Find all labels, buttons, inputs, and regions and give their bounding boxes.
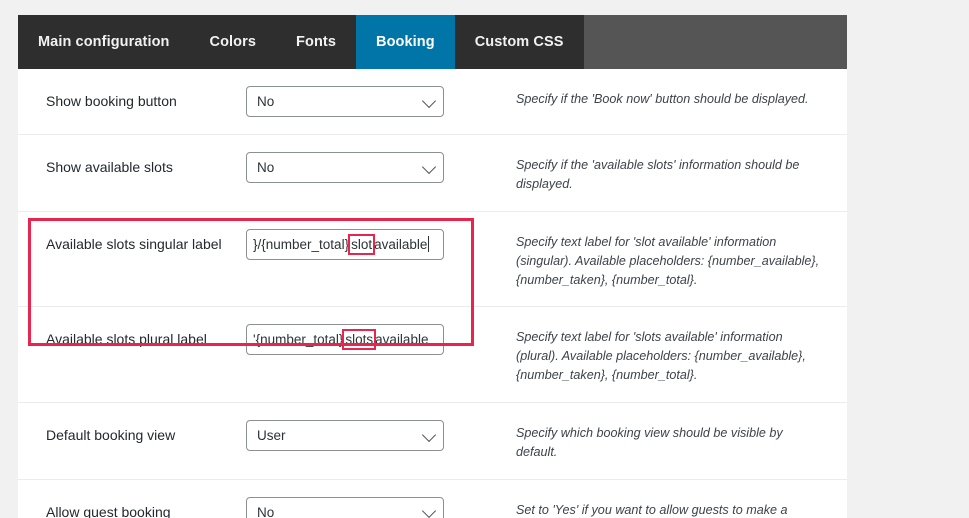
tab-label: Colors bbox=[209, 34, 257, 50]
allow-guest-booking-select[interactable]: No bbox=[246, 496, 444, 518]
select-value: No bbox=[257, 94, 275, 109]
setting-description: Set to 'Yes' if you want to allow guests… bbox=[516, 502, 788, 517]
setting-control: '{number_total} slots available bbox=[246, 324, 476, 356]
setting-row-show-booking-button: Show booking button No Specify if the 'B… bbox=[18, 69, 847, 135]
setting-row-show-available-slots: Show available slots No Specify if the '… bbox=[18, 135, 847, 212]
setting-row-default-booking-view: Default booking view User Specify which … bbox=[18, 403, 847, 480]
tab-label: Fonts bbox=[296, 34, 336, 50]
available-slots-plural-label-input[interactable]: '{number_total} slots available bbox=[246, 324, 444, 356]
select-value: No bbox=[257, 504, 275, 518]
setting-description: Specify text label for 'slots available'… bbox=[516, 330, 806, 383]
highlighted-word: slots bbox=[342, 329, 377, 351]
setting-label: Available slots plural label bbox=[46, 331, 207, 348]
setting-row-available-slots-plural-label: Available slots plural label '{number_to… bbox=[18, 307, 847, 404]
setting-label: Available slots singular label bbox=[46, 235, 222, 252]
default-booking-view-select[interactable]: User bbox=[246, 420, 444, 452]
input-value-prefix: '{number_total} bbox=[253, 332, 344, 348]
tab-colors[interactable]: Colors bbox=[189, 15, 277, 69]
setting-description: Specify text label for 'slot available' … bbox=[516, 234, 820, 287]
setting-description: Specify which booking view should be vis… bbox=[516, 426, 783, 460]
input-value-suffix: available bbox=[375, 332, 429, 348]
setting-control: User bbox=[246, 420, 476, 452]
tab-fonts[interactable]: Fonts bbox=[276, 15, 356, 69]
setting-control: No bbox=[246, 86, 476, 117]
setting-label: Show booking button bbox=[46, 93, 177, 109]
setting-control: No bbox=[246, 152, 476, 183]
tab-label: Custom CSS bbox=[474, 34, 564, 50]
settings-tabbar: Main configuration Colors Fonts Booking … bbox=[18, 15, 847, 69]
show-available-slots-select[interactable]: No bbox=[246, 152, 444, 183]
setting-row-allow-guest-booking: Allow guest booking No Set to 'Yes' if y… bbox=[18, 480, 847, 518]
tab-label: Main configuration bbox=[38, 34, 170, 50]
setting-description: Specify if the 'Book now' button should … bbox=[516, 92, 809, 106]
show-booking-button-select[interactable]: No bbox=[246, 86, 444, 117]
setting-control: No bbox=[246, 496, 476, 518]
tab-label: Booking bbox=[376, 34, 435, 50]
select-value: No bbox=[257, 160, 275, 175]
setting-control: }/{number_total} slot available bbox=[246, 228, 476, 260]
select-value: User bbox=[257, 428, 286, 444]
tab-booking[interactable]: Booking bbox=[356, 15, 455, 69]
input-value-prefix: }/{number_total} bbox=[253, 236, 350, 252]
settings-panel: Show booking button No Specify if the 'B… bbox=[18, 69, 847, 518]
available-slots-singular-label-input[interactable]: }/{number_total} slot available bbox=[246, 228, 444, 260]
input-value-suffix: available bbox=[374, 236, 428, 252]
settings-page: Main configuration Colors Fonts Booking … bbox=[0, 0, 969, 518]
setting-row-available-slots-singular-label: Available slots singular label }/{number… bbox=[18, 212, 847, 308]
setting-label: Allow guest booking bbox=[46, 503, 171, 518]
tab-main-configuration[interactable]: Main configuration bbox=[18, 15, 190, 69]
tab-custom-css[interactable]: Custom CSS bbox=[454, 15, 584, 69]
text-caret bbox=[428, 236, 430, 253]
highlighted-word: slot bbox=[348, 233, 376, 255]
chevron-down-icon bbox=[421, 93, 437, 108]
chevron-down-icon bbox=[421, 159, 437, 174]
setting-description: Specify if the 'available slots' informa… bbox=[516, 158, 800, 191]
chevron-down-icon bbox=[421, 427, 437, 442]
setting-label: Default booking view bbox=[46, 427, 176, 444]
chevron-down-icon bbox=[421, 504, 437, 518]
setting-label: Show available slots bbox=[46, 159, 173, 175]
